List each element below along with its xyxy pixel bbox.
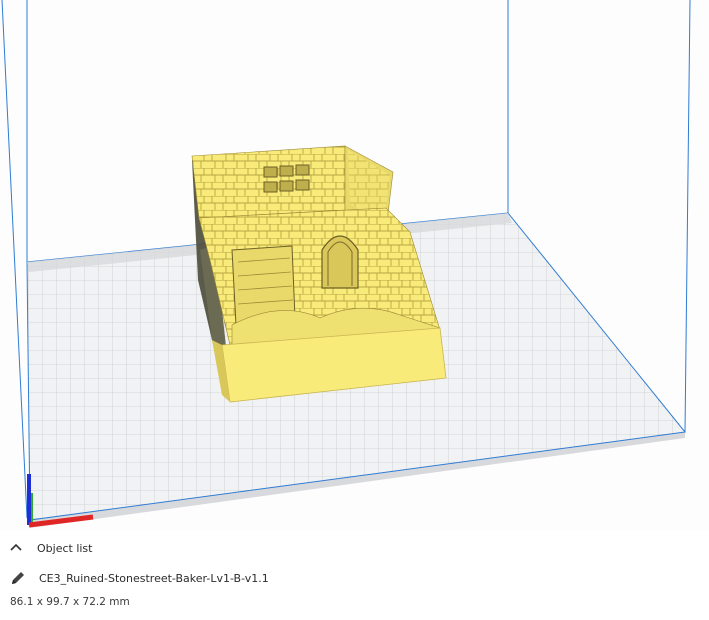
model-ruined-stonestreet-baker[interactable] <box>191 145 447 403</box>
volume-edge-front-right <box>684 0 691 433</box>
3d-viewport[interactable] <box>0 0 709 530</box>
object-dimensions: 86.1 x 99.7 x 72.2 mm <box>10 596 130 608</box>
object-info-panel: Object list CE3_Ruined-Stonestreet-Baker… <box>0 530 709 620</box>
object-name-row: CE3_Ruined-Stonestreet-Baker-Lv1-B-v1.1 <box>10 570 269 586</box>
scene-canvas[interactable] <box>0 0 709 530</box>
object-name: CE3_Ruined-Stonestreet-Baker-Lv1-B-v1.1 <box>39 571 269 585</box>
dimensions-text: 86.1 x 99.7 x 72.2 mm <box>10 596 130 608</box>
object-list-label[interactable]: Object list <box>37 542 92 555</box>
pencil-icon[interactable] <box>10 570 26 586</box>
object-list-toggle[interactable]: Object list <box>8 540 92 556</box>
volume-edge-front-left <box>1 0 28 519</box>
chevron-up-icon[interactable] <box>8 540 24 556</box>
